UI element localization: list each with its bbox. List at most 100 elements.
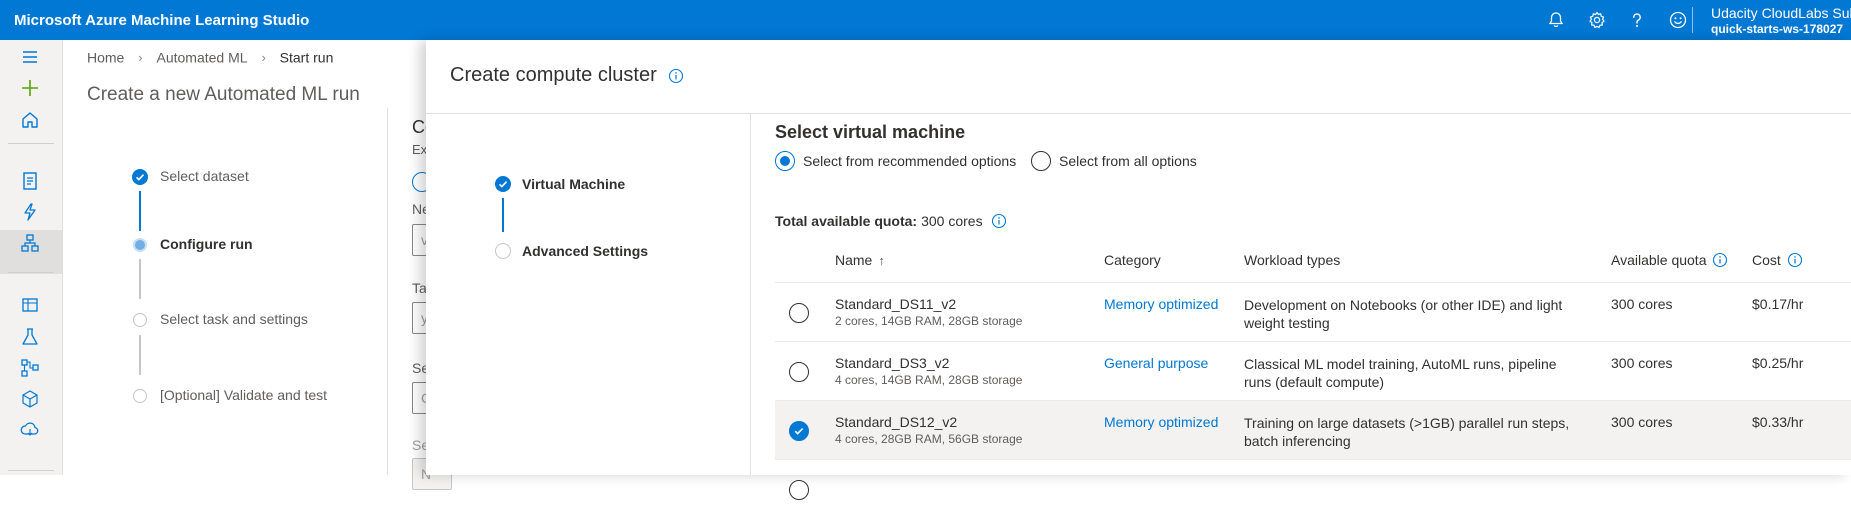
radio-all-options[interactable]: Select from all options <box>1031 150 1197 172</box>
help-icon[interactable] <box>1627 10 1647 30</box>
header-label: Cost <box>1752 252 1781 268</box>
vm-category-link[interactable]: General purpose <box>1104 355 1208 371</box>
panel-title-text: Create compute cluster <box>450 64 657 86</box>
checkmark-icon <box>794 428 804 435</box>
step-done-icon <box>495 176 511 192</box>
notebook-icon[interactable] <box>19 170 41 192</box>
automl-icon[interactable] <box>19 201 41 223</box>
experiments-icon[interactable] <box>19 326 41 348</box>
header-label: Category <box>1104 252 1161 268</box>
vm-workload: Classical ML model training, AutoML runs… <box>1244 356 1557 390</box>
step-done-icon <box>132 169 148 185</box>
column-header-quota[interactable]: Available quota <box>1611 252 1728 268</box>
vm-spec: 4 cores, 14GB RAM, 28GB storage <box>835 373 1023 387</box>
panel-divider <box>750 114 751 475</box>
automl-page: Home › Automated ML › Start run Create a… <box>63 40 452 490</box>
workspace-name: quick-starts-ws-178027 <box>1711 22 1844 36</box>
table-row-selected[interactable]: Standard_DS12_v2 4 cores, 28GB RAM, 56GB… <box>775 401 1851 460</box>
vm-cost: $0.25/hr <box>1752 355 1804 371</box>
header-label: Available quota <box>1611 252 1707 268</box>
quota-value: 300 cores <box>921 213 983 229</box>
vm-workload: Training on large datasets (>1GB) parall… <box>1244 415 1570 449</box>
vm-quota: 300 cores <box>1611 296 1673 312</box>
chevron-right-icon: › <box>138 49 143 65</box>
info-icon[interactable] <box>991 213 1007 229</box>
step-pending-icon <box>133 389 147 403</box>
radio-label: Select from all options <box>1059 153 1197 169</box>
vm-spec: 2 cores, 14GB RAM, 28GB storage <box>835 314 1023 328</box>
left-nav-rail <box>0 40 63 475</box>
pipelines-icon[interactable] <box>19 357 41 379</box>
vm-category-link[interactable]: Memory optimized <box>1104 296 1218 312</box>
table-row[interactable]: Standard_DS11_v2 2 cores, 14GB RAM, 28GB… <box>775 283 1851 342</box>
panel-title: Create compute cluster <box>450 64 684 87</box>
radio-label: Select from recommended options <box>803 153 1017 169</box>
column-header-name[interactable]: Name ↑ <box>835 252 885 268</box>
row-select-radio[interactable] <box>789 362 809 382</box>
hamburger-icon[interactable] <box>19 46 41 68</box>
radio-recommended-options[interactable]: Select from recommended options <box>775 150 1016 172</box>
step-pending-icon <box>495 243 511 259</box>
topbar-separator <box>1692 7 1693 33</box>
info-icon[interactable] <box>1787 252 1803 268</box>
radio-unselected-icon <box>1031 151 1051 171</box>
sort-ascending-icon: ↑ <box>878 252 885 268</box>
column-header-workload[interactable]: Workload types <box>1244 252 1340 268</box>
wizard-step-advanced-settings[interactable]: Advanced Settings <box>522 243 648 259</box>
feedback-icon[interactable] <box>1668 10 1688 30</box>
step-validate-test[interactable]: [Optional] Validate and test <box>160 387 327 403</box>
new-icon[interactable] <box>19 77 41 99</box>
vm-spec: 4 cores, 28GB RAM, 56GB storage <box>835 432 1023 446</box>
page-divider <box>387 108 388 475</box>
endpoints-icon[interactable] <box>19 419 41 441</box>
column-header-cost[interactable]: Cost <box>1752 252 1803 268</box>
info-icon[interactable] <box>1712 252 1728 268</box>
designer-icon[interactable] <box>19 232 41 254</box>
step-configure-run[interactable]: Configure run <box>160 236 253 252</box>
vm-quota: 300 cores <box>1611 355 1673 371</box>
create-compute-panel: Create compute cluster Virtual Machine A… <box>426 40 1851 500</box>
vm-name: Standard_DS3_v2 <box>835 355 950 371</box>
info-icon[interactable] <box>668 68 684 84</box>
header-label: Name <box>835 252 873 268</box>
breadcrumb-automated-ml[interactable]: Automated ML <box>156 49 247 65</box>
datasets-icon[interactable] <box>19 295 41 317</box>
row-select-radio[interactable] <box>789 421 809 441</box>
row-select-radio[interactable] <box>789 480 809 500</box>
breadcrumb-home[interactable]: Home <box>87 49 124 65</box>
step-connector <box>502 198 504 232</box>
step-select-task[interactable]: Select task and settings <box>160 311 308 327</box>
form-label-partial: Ta <box>412 280 427 296</box>
app-title[interactable]: Microsoft Azure Machine Learning Studio <box>14 12 309 29</box>
step-connector <box>139 335 141 375</box>
vm-quota: 300 cores <box>1611 414 1673 430</box>
account-switcher[interactable]: Udacity CloudLabs Sub quick-starts-ws-17… <box>1711 5 1851 37</box>
page-title: Create a new Automated ML run <box>87 84 360 105</box>
panel-divider <box>426 113 1851 114</box>
table-row[interactable]: Standard_DS3_v2 4 cores, 14GB RAM, 28GB … <box>775 342 1851 401</box>
top-bar: Microsoft Azure Machine Learning Studio … <box>0 0 1851 40</box>
vm-cost: $0.17/hr <box>1752 296 1804 312</box>
settings-icon[interactable] <box>1587 10 1607 30</box>
home-icon[interactable] <box>19 109 41 131</box>
total-quota: Total available quota: 300 cores <box>775 213 1007 229</box>
notifications-icon[interactable] <box>1546 10 1566 30</box>
wizard-step-virtual-machine[interactable]: Virtual Machine <box>522 176 625 192</box>
radio-selected-icon <box>775 151 795 171</box>
step-current-icon <box>133 238 147 252</box>
row-select-radio[interactable] <box>789 303 809 323</box>
table-row[interactable] <box>775 460 1851 519</box>
column-header-category[interactable]: Category <box>1104 252 1161 268</box>
vm-category-link[interactable]: Memory optimized <box>1104 414 1218 430</box>
form-label-partial: Ex <box>412 142 428 157</box>
vm-name: Standard_DS11_v2 <box>835 296 957 312</box>
step-select-dataset[interactable]: Select dataset <box>160 168 249 184</box>
step-connector <box>139 259 141 299</box>
account-name: Udacity CloudLabs Sub <box>1711 5 1851 21</box>
header-label: Workload types <box>1244 252 1341 268</box>
rail-divider <box>8 143 54 144</box>
rail-divider <box>8 470 54 471</box>
quota-label: Total available quota: <box>775 213 918 229</box>
models-icon[interactable] <box>19 388 41 410</box>
breadcrumb-start-run: Start run <box>279 49 334 66</box>
